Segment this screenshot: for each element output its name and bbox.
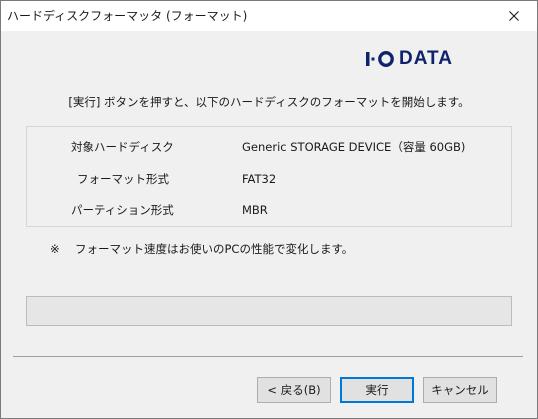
logo-wordmark: DATA bbox=[399, 48, 453, 69]
separator bbox=[13, 356, 523, 357]
info-row-partition-type: パーティション形式 MBR bbox=[27, 201, 513, 219]
title-bar[interactable]: ハードディスクフォーマッタ (フォーマット) bbox=[1, 1, 537, 31]
io-data-logo: DATA bbox=[366, 48, 453, 70]
format-progress-bar bbox=[26, 296, 512, 326]
cancel-button[interactable]: キャンセル bbox=[423, 377, 497, 403]
note-text: フォーマット速度はお使いのPCの性能で変化します。 bbox=[75, 242, 354, 256]
run-button[interactable]: 実行 bbox=[340, 377, 414, 403]
instruction-text: [実行] ボタンを押すと、以下のハードディスクのフォーマットを開始します。 bbox=[68, 95, 470, 109]
window-title: ハードディスクフォーマッタ (フォーマット) bbox=[7, 9, 248, 23]
format-type-value: FAT32 bbox=[242, 172, 277, 186]
close-button[interactable] bbox=[491, 1, 537, 31]
dialog-window: ハードディスクフォーマッタ (フォーマット) DATA [実行] ボタンを押すと… bbox=[0, 0, 538, 419]
partition-type-value: MBR bbox=[242, 203, 268, 217]
back-button[interactable]: < 戻る(B) bbox=[257, 377, 331, 403]
target-disk-value: Generic STORAGE DEVICE（容量 60GB) bbox=[242, 140, 466, 154]
note-mark: ※ bbox=[50, 242, 60, 256]
disk-info-panel: 対象ハードディスク Generic STORAGE DEVICE（容量 60GB… bbox=[26, 126, 512, 227]
partition-type-label: パーティション形式 bbox=[71, 203, 174, 217]
io-logo-mark bbox=[366, 51, 394, 67]
target-disk-label: 対象ハードディスク bbox=[71, 140, 174, 154]
close-icon bbox=[509, 11, 519, 21]
info-row-format-type: フォーマット形式 FAT32 bbox=[27, 170, 513, 188]
format-type-label: フォーマット形式 bbox=[77, 172, 169, 186]
info-row-target-disk: 対象ハードディスク Generic STORAGE DEVICE（容量 60GB… bbox=[27, 138, 513, 156]
